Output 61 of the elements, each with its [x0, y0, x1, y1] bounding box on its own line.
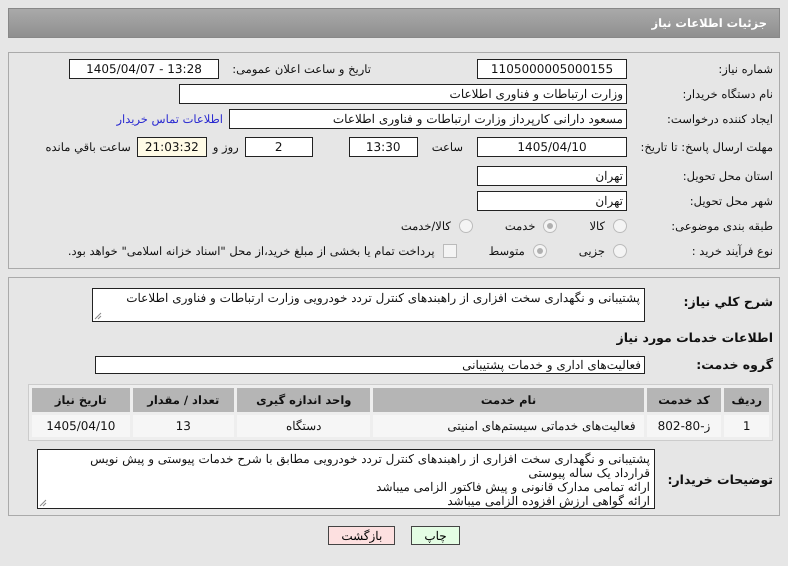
- column-header: تعداد / مقدار: [132, 388, 234, 412]
- table-cell: 1: [724, 415, 769, 437]
- city-field: تهران: [477, 190, 627, 210]
- treasury-note: پرداخت تمام یا بخشی از مبلغ خرید،از محل "اسناد خزانه اسلامی" خواهد بود.: [68, 244, 435, 258]
- days-field: 2: [244, 137, 313, 157]
- field-label: شرح کلي نیاز:: [682, 293, 773, 309]
- column-header: ردیف: [724, 388, 769, 412]
- back-button[interactable]: بازگشت: [328, 526, 396, 545]
- note-line: ارائه گواهی ارزش افزوده الزامی میباشد: [446, 494, 650, 508]
- field-label: مهلت ارسال پاسخ: تا تاریخ:: [639, 140, 773, 154]
- remaining-time-field: 21:03:32: [136, 137, 207, 157]
- announce-date-field: 1405/04/07 - 13:28: [69, 58, 219, 78]
- column-header: تاریخ نیاز: [32, 388, 130, 412]
- deadline-date-field: 1405/04/10: [477, 137, 627, 157]
- column-header: نام خدمت: [373, 388, 644, 412]
- note-line: ارائه تمامی مدارک قانونی و پیش فاکتور الزامی میباشد: [375, 480, 650, 494]
- time-label: ساعت: [432, 140, 463, 154]
- radio-label: متوسط: [488, 244, 525, 258]
- radio-label: کالا/خدمت: [400, 218, 451, 232]
- table-cell: ز-80-802: [646, 415, 722, 437]
- radio-label: خدمت: [504, 218, 536, 232]
- field-label: استان محل تحویل:: [682, 168, 773, 182]
- days-label: روز و: [212, 140, 239, 154]
- resize-grip-icon[interactable]: [94, 312, 102, 320]
- field-label: گروه خدمت:: [695, 357, 773, 372]
- checkbox[interactable]: [442, 244, 457, 258]
- buyer-field: وزارت ارتباطات و فناوری اطلاعات: [179, 84, 627, 104]
- field-label: شماره نیاز:: [717, 62, 773, 76]
- radio-label: کالا: [589, 218, 605, 232]
- field-label: نوع فرآیند خرید :: [690, 244, 773, 258]
- field-label: طبقه بندی موضوعی:: [670, 218, 773, 232]
- table-cell: 13: [132, 415, 234, 437]
- deadline-time-field: 13:30: [348, 137, 418, 157]
- table-cell: دستگاه: [237, 415, 370, 437]
- table-cell: 1405/04/10: [32, 415, 130, 437]
- field-label: توضیحات خریدار:: [666, 472, 773, 486]
- radio-button[interactable]: [458, 218, 473, 232]
- field-label: شهر محل تحویل:: [688, 194, 773, 208]
- section-heading: اطلاعات خدمات مورد نیاز: [615, 330, 773, 345]
- need-number-field: 1105000005000155: [477, 58, 627, 78]
- creator-field: مسعود دارانی کارپرداز وزارت ارتباطات و فناوری اطلاعات: [229, 108, 627, 128]
- radio-label: جزیی: [578, 244, 605, 258]
- table-cell: فعالیت‌های خدماتی سیستم‌های امنیتی: [373, 415, 644, 437]
- description-field: پشتیبانی و نگهداری سخت افزاری از راهبندهای کنترل تردد خودرویی وزارت ارتباطات و فناوری اطلاعات: [92, 288, 645, 322]
- column-header: واحد اندازه گیری: [237, 388, 370, 412]
- province-field: تهران: [477, 166, 627, 186]
- buyer-contact-link[interactable]: اطلاعات تماس خریدار: [116, 112, 223, 126]
- service-group-field: فعالیت‌های اداری و خدمات پشتیبانی: [95, 356, 645, 374]
- field-label: تاریخ و ساعت اعلان عمومی:: [231, 62, 371, 76]
- column-header: کد خدمت: [646, 388, 722, 412]
- resize-grip-icon[interactable]: [39, 499, 47, 507]
- radio-button[interactable]: [613, 218, 627, 232]
- field-label: نام دستگاه خریدار:: [681, 86, 773, 100]
- radio-button[interactable]: [613, 244, 627, 258]
- page-title: جزئیات اطلاعات نیاز: [651, 16, 767, 30]
- radio-button[interactable]: [532, 244, 547, 258]
- print-button[interactable]: چاپ: [411, 526, 460, 545]
- field-label: ایجاد کننده درخواست:: [666, 112, 773, 126]
- remaining-label: ساعت باقي مانده: [46, 140, 131, 154]
- radio-button[interactable]: [543, 218, 558, 232]
- note-line: پشتیبانی و نگهداری سخت افزاری از راهبندهای کنترل تردد خودرویی مطابق با شرح خدمات پیوستی و پیش نویس قرارداد یک ساله پیوستی: [89, 452, 650, 480]
